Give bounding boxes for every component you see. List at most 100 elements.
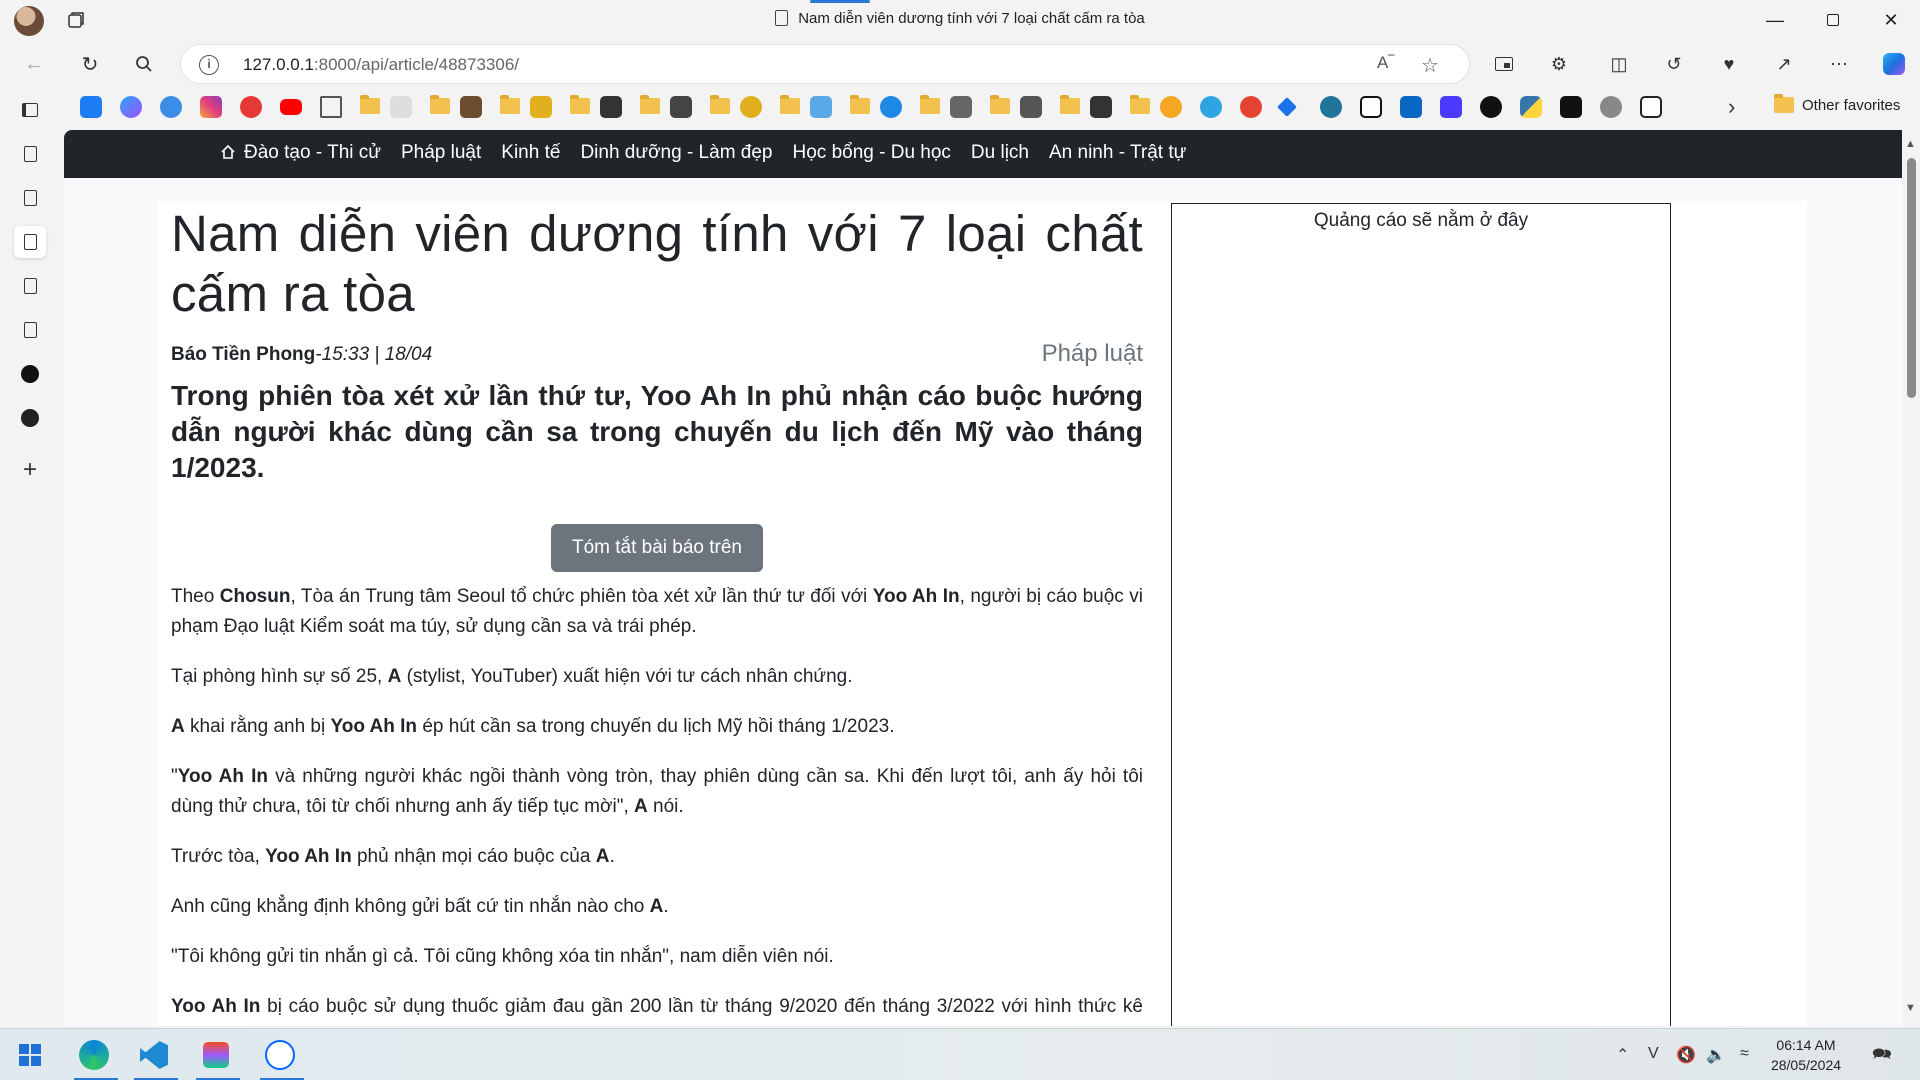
browser-essentials-icon[interactable]: ♥	[1715, 50, 1743, 78]
other-favorites-folder[interactable]: Other favorites	[1774, 97, 1900, 114]
favorite-folder-12[interactable]	[1130, 95, 1150, 114]
notifications-icon[interactable]: 🗪	[1872, 1043, 1892, 1070]
favorite-note-icon[interactable]	[1020, 96, 1042, 118]
copilot-icon[interactable]	[1880, 50, 1908, 78]
tab-github[interactable]	[14, 402, 46, 434]
favorite-folder-5[interactable]	[640, 95, 660, 114]
tab-medium[interactable]	[14, 358, 46, 390]
favorite-folder-10[interactable]	[990, 95, 1010, 114]
favorite-music-icon[interactable]	[240, 96, 262, 118]
paragraph-text: ép hút cần sa trong chuyến du lịch Mỹ hồ…	[417, 716, 895, 737]
tab-5[interactable]	[14, 314, 46, 346]
extensions-icon[interactable]: ⚙	[1545, 50, 1573, 78]
favorite-wordpress-icon[interactable]	[1320, 96, 1342, 118]
favorite-bluesky-icon[interactable]	[80, 96, 102, 118]
page-scrollbar[interactable]: ▲ ▼	[1902, 130, 1920, 1026]
site-info-icon[interactable]: i	[199, 55, 219, 75]
read-aloud-icon[interactable]: A‾	[1377, 53, 1394, 73]
favorite-youtube-icon[interactable]	[280, 99, 302, 115]
favorite-item-icon[interactable]	[460, 96, 482, 118]
tab-active[interactable]	[14, 226, 46, 258]
favorite-folder-4[interactable]	[570, 95, 590, 114]
favorite-folder-7[interactable]	[780, 95, 800, 114]
favorite-app-icon[interactable]	[600, 96, 622, 118]
favorite-folder-3[interactable]	[500, 95, 520, 114]
start-button[interactable]	[10, 1035, 50, 1075]
tab-actions-icon[interactable]	[14, 94, 46, 126]
refresh-button[interactable]: ↻	[72, 48, 108, 80]
favorite-todoist-icon[interactable]	[1240, 96, 1262, 118]
favorite-globe-icon[interactable]	[880, 96, 902, 118]
more-menu-icon[interactable]: ⋯	[1825, 50, 1853, 78]
favorite-smile-icon[interactable]	[1160, 96, 1182, 118]
favorite-folder-8[interactable]	[850, 95, 870, 114]
favorite-board-icon[interactable]	[1400, 96, 1422, 118]
favorite-incognito-icon[interactable]	[1600, 96, 1622, 118]
favorite-instagram-icon[interactable]	[200, 96, 222, 118]
favorites-overflow-chevron-icon[interactable]: ›	[1728, 94, 1735, 120]
favorite-python-icon[interactable]	[1520, 96, 1542, 118]
favorite-terminal-icon[interactable]	[1560, 96, 1582, 118]
favorite-folder-9[interactable]	[920, 95, 940, 114]
favorite-folder-6[interactable]	[710, 95, 730, 114]
volume-muted-icon[interactable]: 🔇	[1676, 1045, 1696, 1065]
back-button[interactable]: ←	[16, 48, 52, 80]
favorite-notion-icon[interactable]	[1360, 96, 1382, 118]
bold-text: Yoo Ah In	[872, 586, 960, 607]
address-bar[interactable]: i 127.0.0.1:8000/api/article/48873306/ A…	[180, 44, 1470, 84]
favorite-doc-icon[interactable]	[390, 96, 412, 118]
tab-1[interactable]	[14, 138, 46, 170]
taskbar-vscode[interactable]	[134, 1035, 178, 1080]
favorite-folder-1[interactable]	[360, 95, 380, 114]
favorite-diamond-icon[interactable]	[1277, 97, 1297, 117]
favorite-chart-icon[interactable]	[320, 96, 342, 118]
favorite-emoji-icon[interactable]	[740, 96, 762, 118]
nav-item-hoc-bong[interactable]: Học bổng - Du học	[783, 142, 961, 164]
new-tab-plus-icon[interactable]: +	[14, 454, 46, 486]
search-icon[interactable]	[126, 48, 162, 80]
share-icon[interactable]: ↗	[1770, 50, 1798, 78]
tab-2[interactable]	[14, 182, 46, 214]
scroll-up-icon[interactable]: ▲	[1905, 138, 1916, 150]
article-category[interactable]: Pháp luật	[1042, 340, 1143, 368]
nav-item-dao-tao[interactable]: Đào tạo - Thi cử	[210, 142, 391, 164]
favorite-ai-icon[interactable]	[160, 96, 182, 118]
taskbar-clock[interactable]: 06:14 AM 28/05/2024	[1758, 1035, 1854, 1075]
favorite-grid-icon[interactable]	[810, 96, 832, 118]
favorite-telegram-icon[interactable]	[1200, 96, 1222, 118]
tab-4[interactable]	[14, 270, 46, 302]
minimize-button[interactable]: —	[1752, 0, 1798, 40]
close-button[interactable]: ✕	[1868, 0, 1914, 40]
favorite-pencil-icon[interactable]	[530, 96, 552, 118]
nav-item-du-lich[interactable]: Du lịch	[961, 142, 1039, 164]
taskbar-edge[interactable]	[74, 1035, 118, 1080]
nav-item-an-ninh[interactable]: An ninh - Trật tự	[1039, 142, 1196, 164]
url-text[interactable]: 127.0.0.1:8000/api/article/48873306/	[243, 55, 519, 75]
favorite-messenger-icon[interactable]	[120, 96, 142, 118]
nav-item-dinh-duong[interactable]: Dinh dưỡng - Làm đẹp	[570, 142, 782, 164]
favorite-n-icon[interactable]	[1640, 96, 1662, 118]
scroll-down-icon[interactable]: ▼	[1905, 1002, 1916, 1014]
taskbar-zalo[interactable]	[260, 1035, 304, 1080]
tray-v-icon[interactable]: V	[1648, 1045, 1659, 1063]
restore-button[interactable]	[1810, 0, 1856, 40]
favorite-folder-11[interactable]	[1060, 95, 1080, 114]
nav-item-kinh-te[interactable]: Kinh tế	[491, 142, 570, 164]
split-window-icon[interactable]: ◫	[1605, 50, 1633, 78]
scroll-thumb[interactable]	[1907, 158, 1916, 398]
tray-overflow-chevron-icon[interactable]: ⌃	[1616, 1045, 1629, 1065]
summarize-button[interactable]: Tóm tắt bài báo trên	[551, 524, 763, 572]
history-icon[interactable]: ↺	[1660, 50, 1688, 78]
taskbar-figma[interactable]	[196, 1035, 240, 1080]
favorite-video-icon[interactable]	[1090, 96, 1112, 118]
nav-item-phap-luat[interactable]: Pháp luật	[391, 142, 491, 164]
favorite-star-icon[interactable]: ☆	[1421, 53, 1439, 78]
speaker-muted-icon[interactable]: 🔈	[1706, 1045, 1726, 1065]
favorite-folder-2[interactable]	[430, 95, 450, 114]
favorite-laptop-icon[interactable]	[670, 96, 692, 118]
wifi-icon[interactable]: ≈	[1740, 1045, 1749, 1063]
split-screen-icon[interactable]	[1490, 50, 1518, 78]
favorite-u-icon[interactable]	[1440, 96, 1462, 118]
favorite-cart-icon[interactable]	[950, 96, 972, 118]
favorite-github-icon[interactable]	[1480, 96, 1502, 118]
